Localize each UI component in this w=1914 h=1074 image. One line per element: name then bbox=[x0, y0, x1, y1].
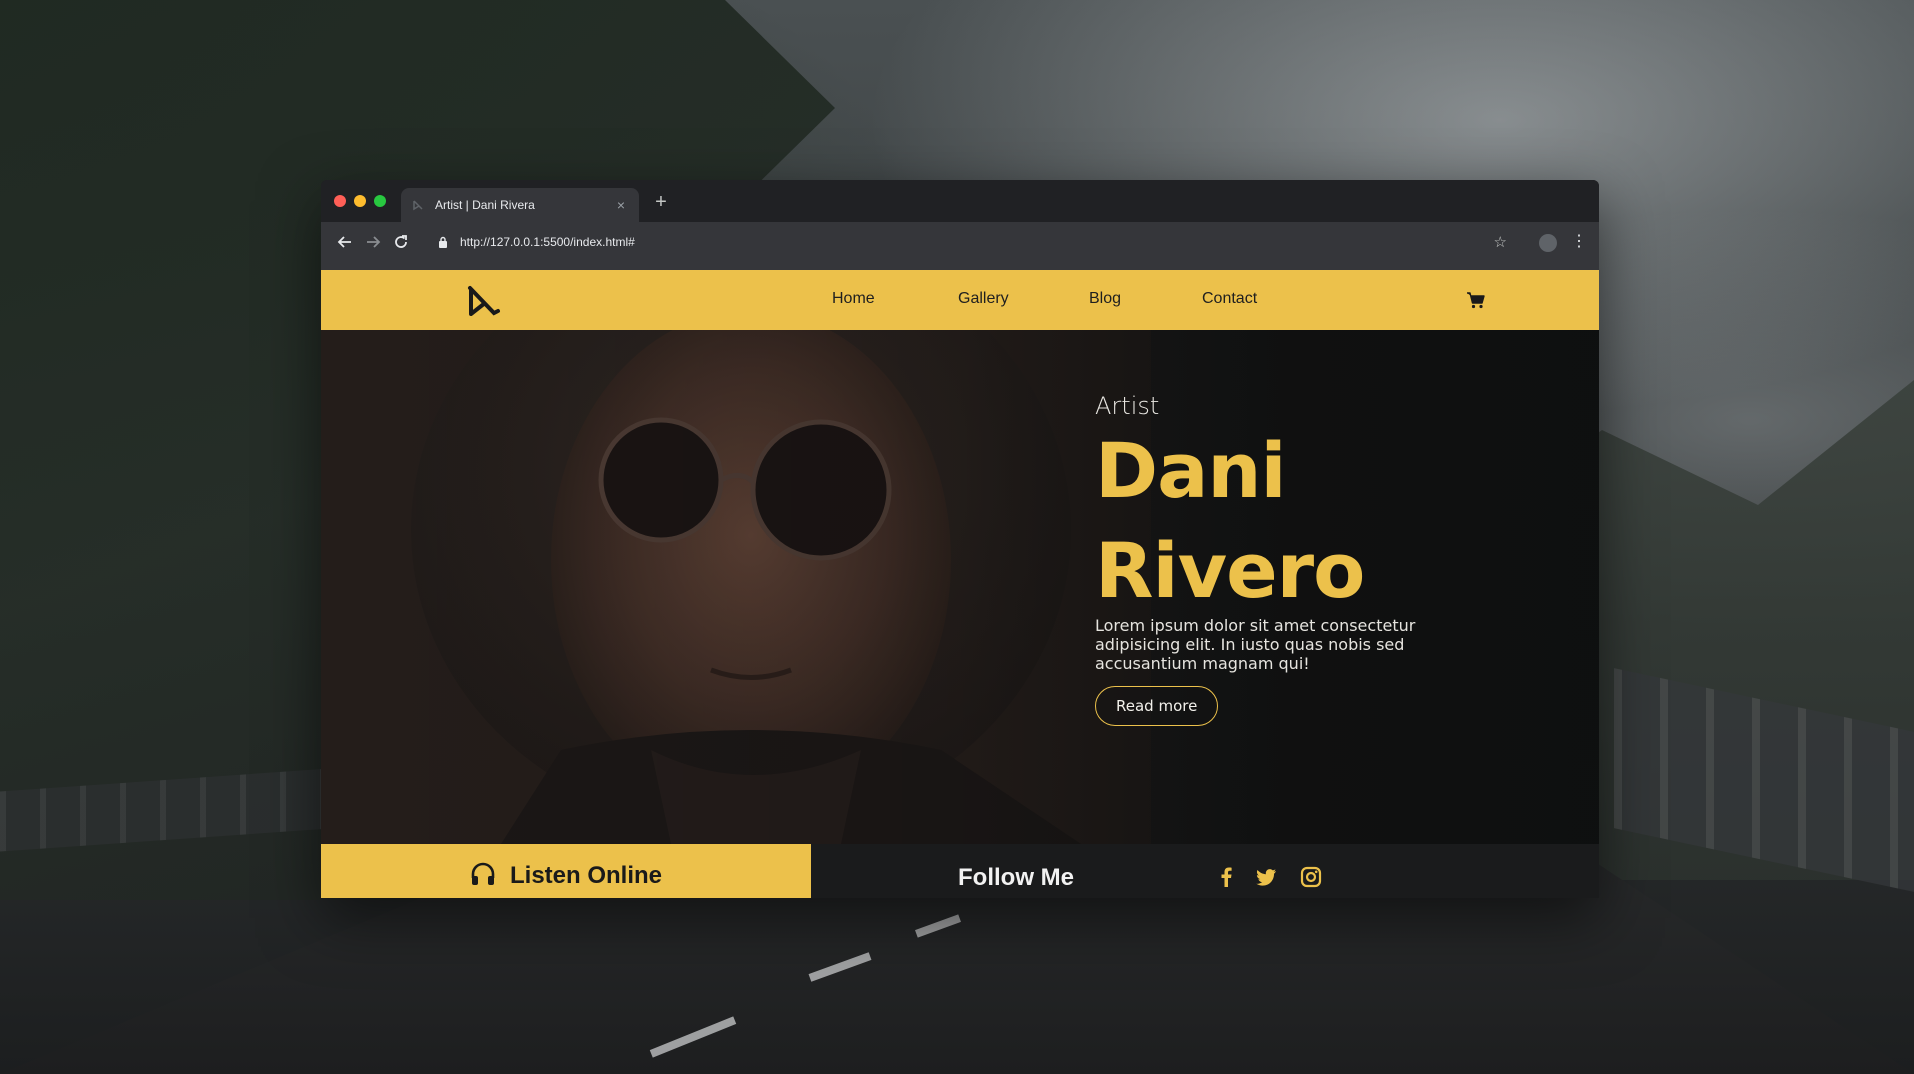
new-tab-button[interactable]: + bbox=[651, 191, 671, 214]
tab-bar: Artist | Dani Rivera × + bbox=[321, 180, 1599, 222]
lock-icon bbox=[436, 235, 450, 249]
nav-contact[interactable]: Contact bbox=[1202, 290, 1257, 308]
reload-icon bbox=[395, 235, 407, 248]
dr-logo-icon[interactable] bbox=[465, 284, 501, 318]
hero-section: Artist Dani Rivero Lorem ipsum dolor sit… bbox=[321, 330, 1599, 844]
tab-close-icon[interactable]: × bbox=[613, 197, 629, 213]
back-arrow-icon bbox=[337, 236, 351, 248]
forward-button[interactable] bbox=[359, 228, 387, 256]
listen-online-label: Listen Online bbox=[509, 862, 662, 889]
bookmark-star-icon[interactable]: ☆ bbox=[1494, 233, 1507, 251]
back-button[interactable] bbox=[331, 228, 359, 256]
nav-gallery[interactable]: Gallery bbox=[958, 290, 1009, 308]
nav-blog[interactable]: Blog bbox=[1089, 290, 1121, 308]
toolbar-separator bbox=[321, 262, 1599, 270]
browser-menu-icon[interactable]: ⋮ bbox=[1571, 231, 1587, 251]
site-navbar: Home Gallery Blog Contact bbox=[321, 270, 1599, 330]
forward-arrow-icon bbox=[367, 236, 381, 248]
tab-title: Artist | Dani Rivera bbox=[435, 198, 535, 212]
cart-icon[interactable] bbox=[1466, 291, 1486, 309]
browser-window: Artist | Dani Rivera × + http://127.0.0.… bbox=[321, 180, 1599, 898]
url-text[interactable]: http://127.0.0.1:5500/index.html# bbox=[460, 235, 1494, 249]
instagram-icon[interactable] bbox=[1300, 866, 1322, 888]
reload-button[interactable] bbox=[387, 228, 415, 256]
tab-active[interactable]: Artist | Dani Rivera × bbox=[401, 188, 639, 222]
nav-home[interactable]: Home bbox=[832, 290, 875, 308]
browser-toolbar: http://127.0.0.1:5500/index.html# ☆ ⋮ bbox=[321, 222, 1599, 262]
minimize-window-button[interactable] bbox=[354, 195, 366, 207]
hero-description: Lorem ipsum dolor sit amet consectetur a… bbox=[1095, 616, 1416, 673]
maximize-window-button[interactable] bbox=[374, 195, 386, 207]
bottom-bar: Listen Online Follow Me bbox=[321, 844, 1599, 898]
follow-me-label: Follow Me bbox=[958, 864, 1074, 891]
facebook-icon[interactable] bbox=[1215, 866, 1237, 888]
favicon-icon bbox=[411, 198, 425, 212]
listen-online-button[interactable]: Listen Online bbox=[321, 844, 811, 898]
hero-name-line1: Dani bbox=[1095, 426, 1287, 515]
web-page: Home Gallery Blog Contact Artist Dani Ri… bbox=[321, 270, 1599, 898]
profile-avatar[interactable] bbox=[1539, 234, 1557, 252]
twitter-icon[interactable] bbox=[1255, 866, 1277, 888]
hero-subtitle: Artist bbox=[1095, 392, 1160, 420]
address-bar[interactable]: http://127.0.0.1:5500/index.html# ☆ bbox=[424, 228, 1519, 256]
headphones-icon bbox=[471, 862, 495, 885]
read-more-button[interactable]: Read more bbox=[1095, 686, 1219, 726]
hero-name-line2: Rivero bbox=[1095, 526, 1365, 615]
close-window-button[interactable] bbox=[334, 195, 346, 207]
hero-text-block: Artist Dani Rivero Lorem ipsum dolor sit… bbox=[1095, 392, 1455, 726]
